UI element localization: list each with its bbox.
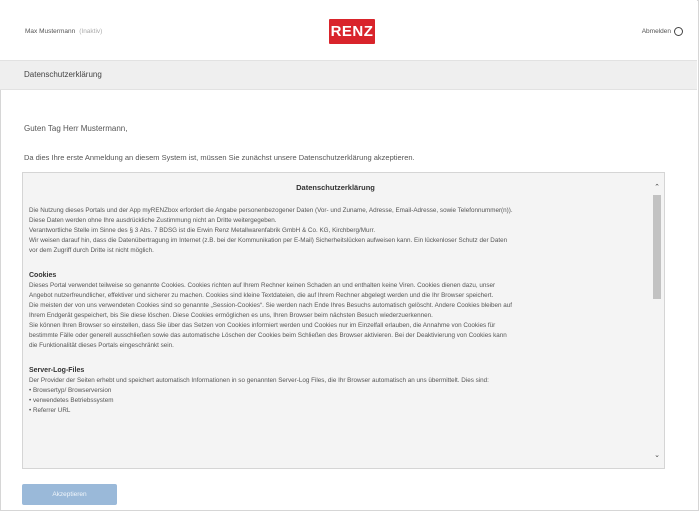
renz-logo: RENZ [329, 19, 375, 44]
chevron-down-icon[interactable]: ⌄ [652, 451, 662, 461]
logout-button[interactable]: Abmelden [642, 27, 683, 36]
policy-line: Dieses Portal verwendet teilweise so gen… [29, 282, 496, 289]
policy-line: Wir weisen darauf hin, dass die Datenübe… [29, 237, 508, 244]
logout-label: Abmelden [641, 28, 671, 35]
policy-line: bestimmte Fälle oder generell ausschließ… [29, 332, 507, 339]
top-bar: Max Mustermann (Inaktiv) RENZ Abmelden [0, 0, 697, 60]
privacy-policy-title: Datenschutzerklärung [296, 183, 375, 192]
policy-line: • Browsertyp/ Browserversion [29, 387, 112, 394]
policy-line: Verantwortliche Stelle im Sinne des § 3 … [29, 227, 376, 234]
policy-line: Die Nutzung dieses Portals und der App m… [29, 207, 513, 214]
privacy-policy-content: Datenschutzerklärung Die Nutzung dieses … [23, 173, 648, 468]
policy-line: vor dem Zugriff durch Dritte ist nicht m… [29, 247, 154, 254]
policy-line: Ihrem Endgerät gespeichert, bis Sie dies… [29, 312, 433, 319]
privacy-policy-box[interactable]: Datenschutzerklärung Die Nutzung dieses … [22, 172, 665, 469]
user-name: Max Mustermann [25, 28, 76, 35]
policy-line: Diese Daten werden ohne Ihre ausdrücklic… [29, 217, 277, 224]
accept-button[interactable]: Akzeptieren [22, 484, 117, 505]
page-title: Datenschutzerklärung [24, 70, 102, 79]
page-title-bar: Datenschutzerklärung [0, 60, 697, 90]
scrollbar-thumb[interactable] [653, 195, 661, 299]
cookies-heading: Cookies [29, 272, 57, 279]
policy-line: • verwendetes Betriebssystem [29, 397, 114, 404]
policy-line: Der Provider der Seiten erhebt und speic… [29, 377, 489, 384]
greeting-text: Guten Tag Herr Mustermann, [24, 124, 128, 133]
user-info: Max Mustermann (Inaktiv) [25, 28, 102, 35]
policy-line: • Referrer URL [29, 407, 71, 414]
policy-line: Sie können Ihren Browser so einstellen, … [29, 322, 496, 329]
power-icon [674, 27, 683, 36]
policy-line: die Funktionalität dieses Portals einges… [29, 342, 174, 349]
policy-line: Angebot nutzerfreundlicher, effektiver u… [29, 292, 494, 299]
user-status: (Inaktiv) [79, 28, 103, 35]
intro-text: Da dies Ihre erste Anmeldung an diesem S… [24, 153, 415, 162]
server-log-heading: Server-Log-Files [29, 367, 85, 374]
policy-line: Die meisten der von uns verwendeten Cook… [29, 302, 513, 309]
chevron-up-icon[interactable]: ⌃ [652, 183, 662, 193]
policy-scrollbar[interactable]: ⌃ ⌄ [650, 173, 664, 468]
